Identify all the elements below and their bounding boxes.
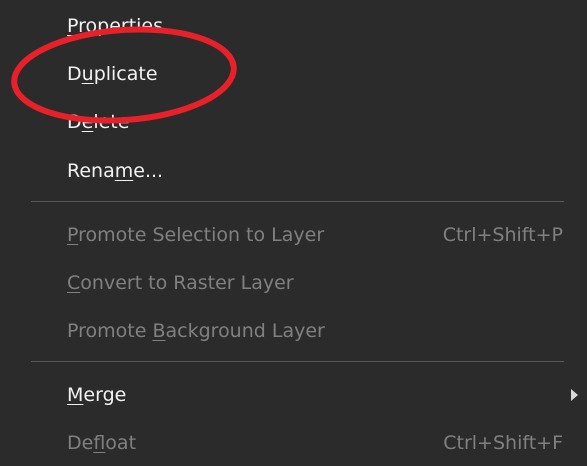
menu-item-label: Defloat	[67, 432, 137, 454]
menu-separator	[31, 201, 564, 202]
menu-item-duplicate[interactable]: Duplicate	[0, 50, 587, 98]
menu-item-label: Convert to Raster Layer	[67, 272, 294, 294]
layer-context-menu: Properties Duplicate Delete Rename... Pr…	[0, 0, 587, 466]
menu-item-shortcut: Ctrl+Shift+P	[442, 224, 563, 246]
menu-item-merge[interactable]: Merge	[0, 371, 587, 419]
menu-item-label: Properties	[67, 15, 164, 37]
menu-separator	[31, 361, 564, 362]
menu-item-defloat[interactable]: Defloat Ctrl+Shift+F	[0, 419, 587, 466]
menu-item-delete[interactable]: Delete	[0, 98, 587, 146]
menu-item-label: Promote Background Layer	[67, 320, 325, 342]
menu-item-label: Duplicate	[67, 63, 158, 85]
submenu-arrow-icon	[571, 389, 578, 401]
menu-item-convert-to-raster-layer[interactable]: Convert to Raster Layer	[0, 259, 587, 307]
menu-item-promote-selection-to-layer[interactable]: Promote Selection to Layer Ctrl+Shift+P	[0, 211, 587, 259]
menu-item-label: Merge	[67, 384, 127, 406]
menu-item-label: Rename...	[67, 160, 164, 182]
menu-item-label: Promote Selection to Layer	[67, 224, 325, 246]
menu-item-shortcut: Ctrl+Shift+F	[443, 432, 563, 454]
menu-item-rename[interactable]: Rename...	[0, 147, 587, 195]
menu-item-properties[interactable]: Properties	[0, 2, 587, 50]
menu-item-promote-background-layer[interactable]: Promote Background Layer	[0, 307, 587, 355]
menu-item-label: Delete	[67, 111, 130, 133]
